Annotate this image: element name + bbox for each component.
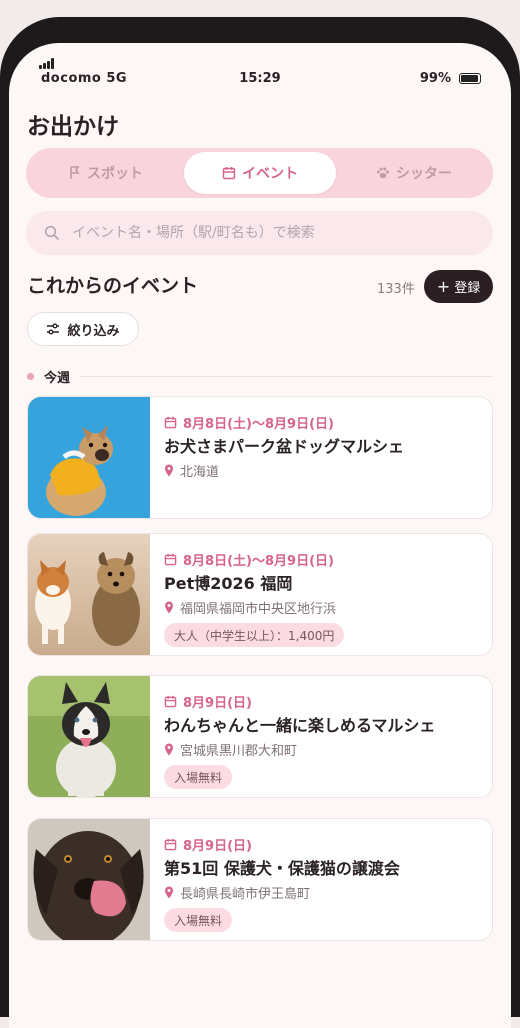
event-title: Pet博2026 福岡 xyxy=(164,574,293,593)
price-badge: 入場無料 xyxy=(164,908,233,932)
corgi-and-yorkie-photo xyxy=(28,534,150,655)
sliders-icon xyxy=(47,323,60,335)
calendar-icon xyxy=(164,838,177,851)
tab-spot[interactable]: スポット xyxy=(30,152,182,194)
map-pin-icon xyxy=(165,886,173,899)
french-bulldog-photo xyxy=(28,397,150,518)
paw-icon xyxy=(377,167,389,179)
event-location-text: 北海道 xyxy=(180,465,220,480)
battery-icon xyxy=(459,73,481,84)
map-pin-icon xyxy=(165,601,173,614)
calendar-icon xyxy=(164,553,177,566)
event-location: 長崎県長崎市伊王島町 xyxy=(164,883,310,902)
event-date: 8月9日(日) xyxy=(164,692,252,711)
event-date-text: 8月8日(土)〜8月9日(日) xyxy=(183,554,334,569)
event-title: 第51回 保護犬・保護猫の譲渡会 xyxy=(164,859,400,878)
event-title: お犬さまパーク盆ドッグマルシェ xyxy=(164,437,405,456)
map-pin-icon xyxy=(165,464,173,477)
event-card[interactable]: 8月8日(土)〜8月9日(日) Pet博2026 福岡 福岡県福岡市中央区地行浜… xyxy=(27,533,493,656)
divider-line xyxy=(80,375,493,377)
battery-percent: 99% xyxy=(419,71,451,86)
filter-button[interactable]: 絞り込み xyxy=(27,312,139,346)
section-title: これからのイベント xyxy=(27,275,199,297)
event-date-text: 8月8日(土)〜8月9日(日) xyxy=(183,417,334,432)
flag-icon xyxy=(70,166,80,179)
filter-label: 絞り込み xyxy=(67,323,120,339)
status-bar: docomo 5G 15:29 99% xyxy=(9,43,511,93)
plus-icon: + xyxy=(436,277,451,296)
event-date: 8月9日(日) xyxy=(164,835,252,854)
event-date: 8月8日(土)〜8月9日(日) xyxy=(164,550,334,569)
event-title: わんちゃんと一緒に楽しめるマルシェ xyxy=(164,716,436,735)
tab-sitter[interactable]: シッター xyxy=(338,152,490,194)
price-badge: 入場無料 xyxy=(164,765,233,789)
event-date: 8月8日(土)〜8月9日(日) xyxy=(164,413,334,432)
search-input[interactable] xyxy=(70,224,474,242)
phone-frame: docomo 5G 15:29 99% お出かけ スポット イベント シッター … xyxy=(0,17,520,1028)
page-title: お出かけ xyxy=(27,114,119,140)
event-card[interactable]: 8月9日(日) わんちゃんと一緒に楽しめるマルシェ 宮城県黒川郡大和町 入場無料 xyxy=(27,675,493,798)
labrador-photo xyxy=(28,819,150,940)
event-card[interactable]: 8月9日(日) 第51回 保護犬・保護猫の譲渡会 長崎県長崎市伊王島町 入場無料 xyxy=(27,818,493,941)
search-bar[interactable] xyxy=(26,211,493,255)
app-screen: docomo 5G 15:29 99% お出かけ スポット イベント シッター … xyxy=(9,43,511,1028)
event-location: 北海道 xyxy=(164,461,219,480)
tab-event[interactable]: イベント xyxy=(184,152,336,194)
event-location: 福岡県福岡市中央区地行浜 xyxy=(164,598,336,617)
tab-sitter-label: シッター xyxy=(396,166,452,182)
event-location-text: 福岡県福岡市中央区地行浜 xyxy=(180,602,337,617)
category-tabs: スポット イベント シッター xyxy=(26,148,493,198)
event-card[interactable]: 8月8日(土)〜8月9日(日) お犬さまパーク盆ドッグマルシェ 北海道 xyxy=(27,396,493,519)
price-badge: 大人（中学生以上）：1,400円 xyxy=(164,623,345,647)
search-icon xyxy=(44,225,59,240)
event-count: 133件 xyxy=(377,282,415,297)
week-dot xyxy=(27,372,34,380)
event-location-text: 長崎県長崎市伊王島町 xyxy=(180,887,311,902)
add-event-button[interactable]: + 登録 xyxy=(424,270,493,303)
week-divider: 今週 xyxy=(27,368,493,386)
calendar-icon xyxy=(164,416,177,429)
tab-event-label: イベント xyxy=(242,166,298,182)
event-location-text: 宮城県黒川郡大和町 xyxy=(180,744,298,759)
husky-photo xyxy=(28,676,150,797)
add-event-label: 登録 xyxy=(454,281,481,296)
tab-spot-label: スポット xyxy=(87,166,143,182)
event-date-text: 8月9日(日) xyxy=(183,696,252,711)
event-date-text: 8月9日(日) xyxy=(183,839,252,854)
week-label: 今週 xyxy=(44,370,71,386)
calendar-icon xyxy=(164,695,177,708)
event-location: 宮城県黒川郡大和町 xyxy=(164,740,297,759)
map-pin-icon xyxy=(165,743,173,756)
signal-icon xyxy=(39,58,59,69)
calendar-icon xyxy=(222,167,236,180)
